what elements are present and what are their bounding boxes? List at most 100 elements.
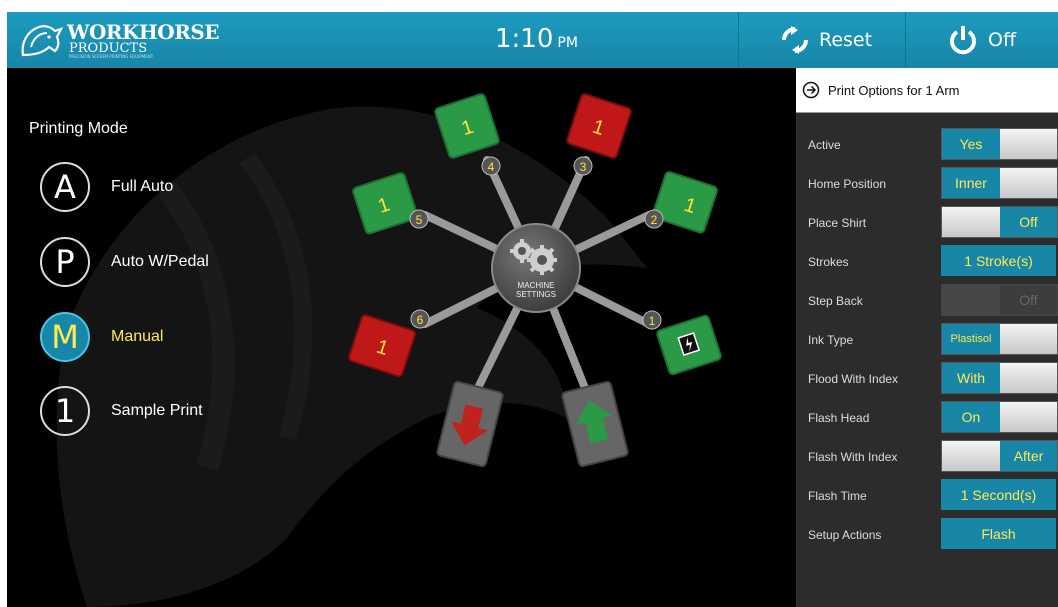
option-row-active: Active Yes — [796, 126, 1058, 165]
option-label: Step Back — [808, 294, 863, 308]
clock-ampm: PM — [557, 35, 578, 51]
clock: 1:10 PM — [495, 24, 578, 54]
clock-time: 1:10 — [495, 24, 554, 54]
option-label: Strokes — [808, 255, 849, 269]
arm-number: 1 — [649, 314, 656, 328]
mode-letter-badge: 1 — [40, 386, 90, 436]
power-icon — [950, 26, 976, 55]
option-label: Place Shirt — [808, 216, 867, 230]
option-label: Active — [808, 138, 841, 152]
app-window: WORKHORSE PRODUCTS PRECISION SCREEN PRIN… — [7, 12, 1058, 607]
strokes-button[interactable]: 1 Stroke(s) — [941, 245, 1056, 276]
machine-settings-hub[interactable]: MACHINE SETTINGS — [491, 223, 581, 313]
arrow-right-circle-icon — [802, 81, 820, 99]
arm-5-badge: 5 — [409, 209, 429, 229]
power-off-button[interactable]: Off — [905, 12, 1058, 68]
mode-letter-badge: A — [40, 162, 90, 212]
arm-6-badge: 6 — [410, 309, 430, 329]
arm-number: 5 — [416, 213, 423, 227]
mode-label: Auto W/Pedal — [111, 253, 209, 270]
mode-label: Full Auto — [111, 178, 174, 195]
arm-1-badge: 1 — [642, 310, 662, 330]
arm-2-badge: 2 — [644, 209, 664, 229]
flash-head-toggle[interactable]: On — [941, 401, 1058, 433]
option-row-flash-with-index: Flash With Index After — [796, 438, 1058, 477]
toggle-thumb — [942, 285, 1000, 315]
arm-4-pallet[interactable]: 1 — [434, 93, 500, 159]
option-row-flash-head: Flash Head On — [796, 399, 1058, 438]
step-back-toggle[interactable]: Off — [941, 284, 1058, 316]
reset-icon — [782, 26, 808, 54]
option-label: Flash With Index — [808, 450, 898, 464]
toggle-value: Inner — [942, 168, 1000, 198]
option-label: Ink Type — [808, 333, 854, 347]
option-row-home-position: Home Position Inner — [796, 165, 1058, 204]
toggle-thumb — [942, 207, 1000, 237]
active-toggle[interactable]: Yes — [941, 128, 1058, 160]
mode-manual[interactable]: M Manual — [40, 309, 340, 365]
toggle-thumb — [1000, 129, 1057, 159]
mode-sample-print[interactable]: 1 Sample Print — [40, 383, 340, 439]
place-shirt-toggle[interactable]: Off — [941, 206, 1058, 238]
toggle-value: Off — [1000, 207, 1057, 237]
brand-tagline: PRECISION SCREEN PRINTING EQUIPMENT — [69, 53, 154, 59]
flood-with-index-toggle[interactable]: With — [941, 362, 1058, 394]
print-options-panel: Print Options for 1 Arm Active Yes Home … — [796, 68, 1058, 607]
toggle-thumb — [1000, 324, 1057, 354]
reset-button[interactable]: Reset — [738, 12, 905, 68]
toggle-value: Yes — [942, 129, 1000, 159]
toggle-value: Off — [1000, 285, 1057, 315]
toggle-value: With — [942, 363, 1000, 393]
mode-full-auto[interactable]: A Full Auto — [40, 159, 340, 215]
arm-5-pallet[interactable]: 1 — [352, 172, 419, 235]
print-options-header[interactable]: Print Options for 1 Arm — [796, 68, 1058, 113]
power-off-label: Off — [988, 29, 1017, 51]
option-label: Flash Head — [808, 411, 870, 425]
arm-number: 2 — [651, 213, 658, 227]
toggle-value: On — [942, 402, 1000, 432]
arm-number: 6 — [417, 313, 424, 327]
unload-pallet[interactable] — [436, 380, 504, 468]
toggle-thumb — [1000, 363, 1057, 393]
flash-with-index-toggle[interactable]: After — [941, 440, 1058, 472]
home-position-toggle[interactable]: Inner — [941, 167, 1058, 199]
mode-auto-pedal[interactable]: P Auto W/Pedal — [40, 234, 340, 290]
option-row-flood-with-index: Flood With Index With — [796, 360, 1058, 399]
arm-number: 3 — [580, 160, 587, 174]
mode-label: Sample Print — [111, 402, 203, 419]
mode-letter-badge: M — [40, 312, 90, 362]
option-row-strokes: Strokes 1 Stroke(s) — [796, 243, 1058, 282]
brand-name: WORKHORSE — [67, 19, 220, 44]
arm-3-pallet[interactable]: 1 — [566, 93, 632, 159]
top-bar: WORKHORSE PRODUCTS PRECISION SCREEN PRIN… — [7, 12, 1058, 68]
option-label: Flash Time — [808, 489, 867, 503]
printing-mode-title: Printing Mode — [29, 120, 128, 137]
reset-label: Reset — [819, 29, 873, 51]
toggle-thumb — [1000, 168, 1057, 198]
toggle-thumb — [942, 441, 1000, 471]
setup-actions-flash-button[interactable]: Flash — [941, 518, 1056, 549]
option-label: Home Position — [808, 177, 887, 191]
arm-1-pallet[interactable] — [656, 314, 722, 376]
option-row-place-shirt: Place Shirt Off — [796, 204, 1058, 243]
flash-time-button[interactable]: 1 Second(s) — [941, 479, 1056, 510]
toggle-value: After — [1000, 441, 1057, 471]
hub-label-line1: MACHINE — [518, 281, 555, 290]
option-label: Flood With Index — [808, 372, 899, 386]
load-pallet[interactable] — [561, 380, 629, 468]
mode-letter-badge: P — [40, 237, 90, 287]
workhorse-logo: WORKHORSE PRODUCTS PRECISION SCREEN PRIN… — [19, 18, 220, 62]
ink-type-toggle[interactable]: Plastisol — [941, 323, 1058, 355]
toggle-thumb — [1000, 402, 1057, 432]
hub-label-line2: SETTINGS — [516, 290, 556, 299]
horse-logo-icon — [21, 25, 63, 57]
option-row-step-back: Step Back Off — [796, 282, 1058, 321]
arm-4-badge: 4 — [481, 156, 501, 176]
machine-carousel: 1 4 1 3 1 2 1 5 1 6 1 MACHINE SETTINGS — [348, 93, 722, 468]
mode-label: Manual — [111, 328, 164, 345]
option-row-flash-time: Flash Time 1 Second(s) — [796, 477, 1058, 516]
print-options-title: Print Options for 1 Arm — [828, 82, 960, 98]
arm-3-badge: 3 — [573, 156, 593, 176]
arm-6-pallet[interactable]: 1 — [348, 314, 417, 378]
option-row-ink-type: Ink Type Plastisol — [796, 321, 1058, 360]
